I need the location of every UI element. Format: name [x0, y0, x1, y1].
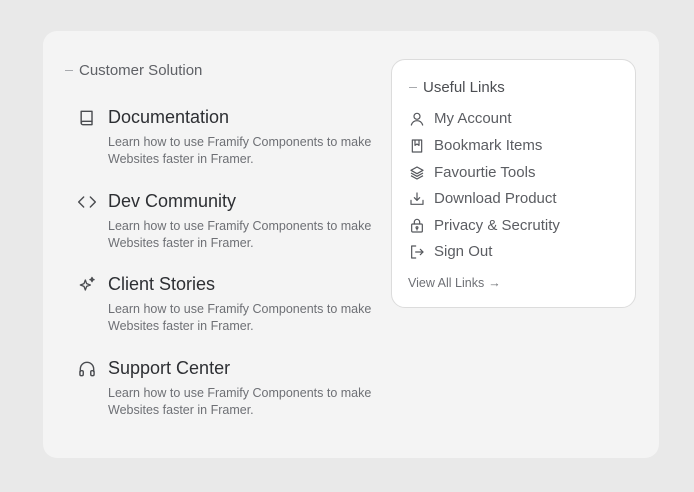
useful-links-label: Useful Links — [423, 79, 505, 96]
link-favourite-tools[interactable]: Favourtie Tools — [409, 164, 535, 181]
menu-item-title: Client Stories — [108, 274, 216, 294]
menu-item-description: Learn how to use Framify Components to m… — [108, 302, 372, 333]
arrow-right-icon: → — [488, 276, 501, 290]
view-all-links-link[interactable]: View All Links → — [408, 276, 501, 290]
link-download-product[interactable]: Download Product — [409, 190, 557, 207]
mega-menu-panel: Customer Solution Documentation Learn ho… — [43, 31, 659, 458]
user-icon — [409, 111, 425, 127]
useful-links-heading: Useful Links — [409, 79, 505, 96]
heading-dash — [409, 87, 417, 88]
menu-item-description: Learn how to use Framify Components to m… — [108, 135, 372, 166]
link-sign-out[interactable]: Sign Out — [409, 243, 492, 260]
customer-solution-label: Customer Solution — [79, 62, 203, 79]
link-label: Privacy & Secrutity — [434, 217, 560, 234]
menu-item-title: Documentation — [108, 107, 230, 127]
heading-dash — [65, 70, 73, 71]
lock-icon — [409, 218, 425, 234]
menu-item-title: Dev Community — [108, 191, 237, 211]
view-all-label: View All Links — [408, 276, 485, 290]
customer-solution-heading: Customer Solution — [65, 62, 202, 79]
menu-item-title: Support Center — [108, 358, 231, 378]
sign-out-icon — [409, 244, 425, 260]
link-label: Download Product — [434, 190, 557, 207]
link-bookmark-items[interactable]: Bookmark Items — [409, 137, 542, 154]
headphones-icon — [77, 359, 99, 381]
menu-item-support-center[interactable]: Support Center Learn how to use Framify … — [77, 358, 377, 418]
menu-item-description: Learn how to use Framify Components to m… — [108, 386, 372, 417]
link-label: Sign Out — [434, 243, 493, 260]
menu-item-client-stories[interactable]: Client Stories Learn how to use Framify … — [77, 274, 377, 334]
bookmark-icon — [409, 138, 425, 154]
book-icon — [77, 108, 99, 130]
link-privacy-security[interactable]: Privacy & Secrutity — [409, 217, 560, 234]
download-icon — [409, 191, 425, 207]
link-my-account[interactable]: My Account — [409, 110, 512, 127]
layers-icon — [409, 165, 425, 181]
menu-item-dev-community[interactable]: Dev Community Learn how to use Framify C… — [77, 191, 377, 251]
link-label: My Account — [434, 110, 512, 127]
useful-links-card: Useful Links My Account Bookmark Items F… — [391, 59, 636, 308]
link-label: Bookmark Items — [434, 137, 543, 154]
code-icon — [77, 192, 99, 214]
link-label: Favourtie Tools — [434, 164, 536, 181]
sparkles-icon — [77, 275, 99, 297]
menu-item-documentation[interactable]: Documentation Learn how to use Framify C… — [77, 107, 377, 167]
menu-item-description: Learn how to use Framify Components to m… — [108, 219, 372, 250]
